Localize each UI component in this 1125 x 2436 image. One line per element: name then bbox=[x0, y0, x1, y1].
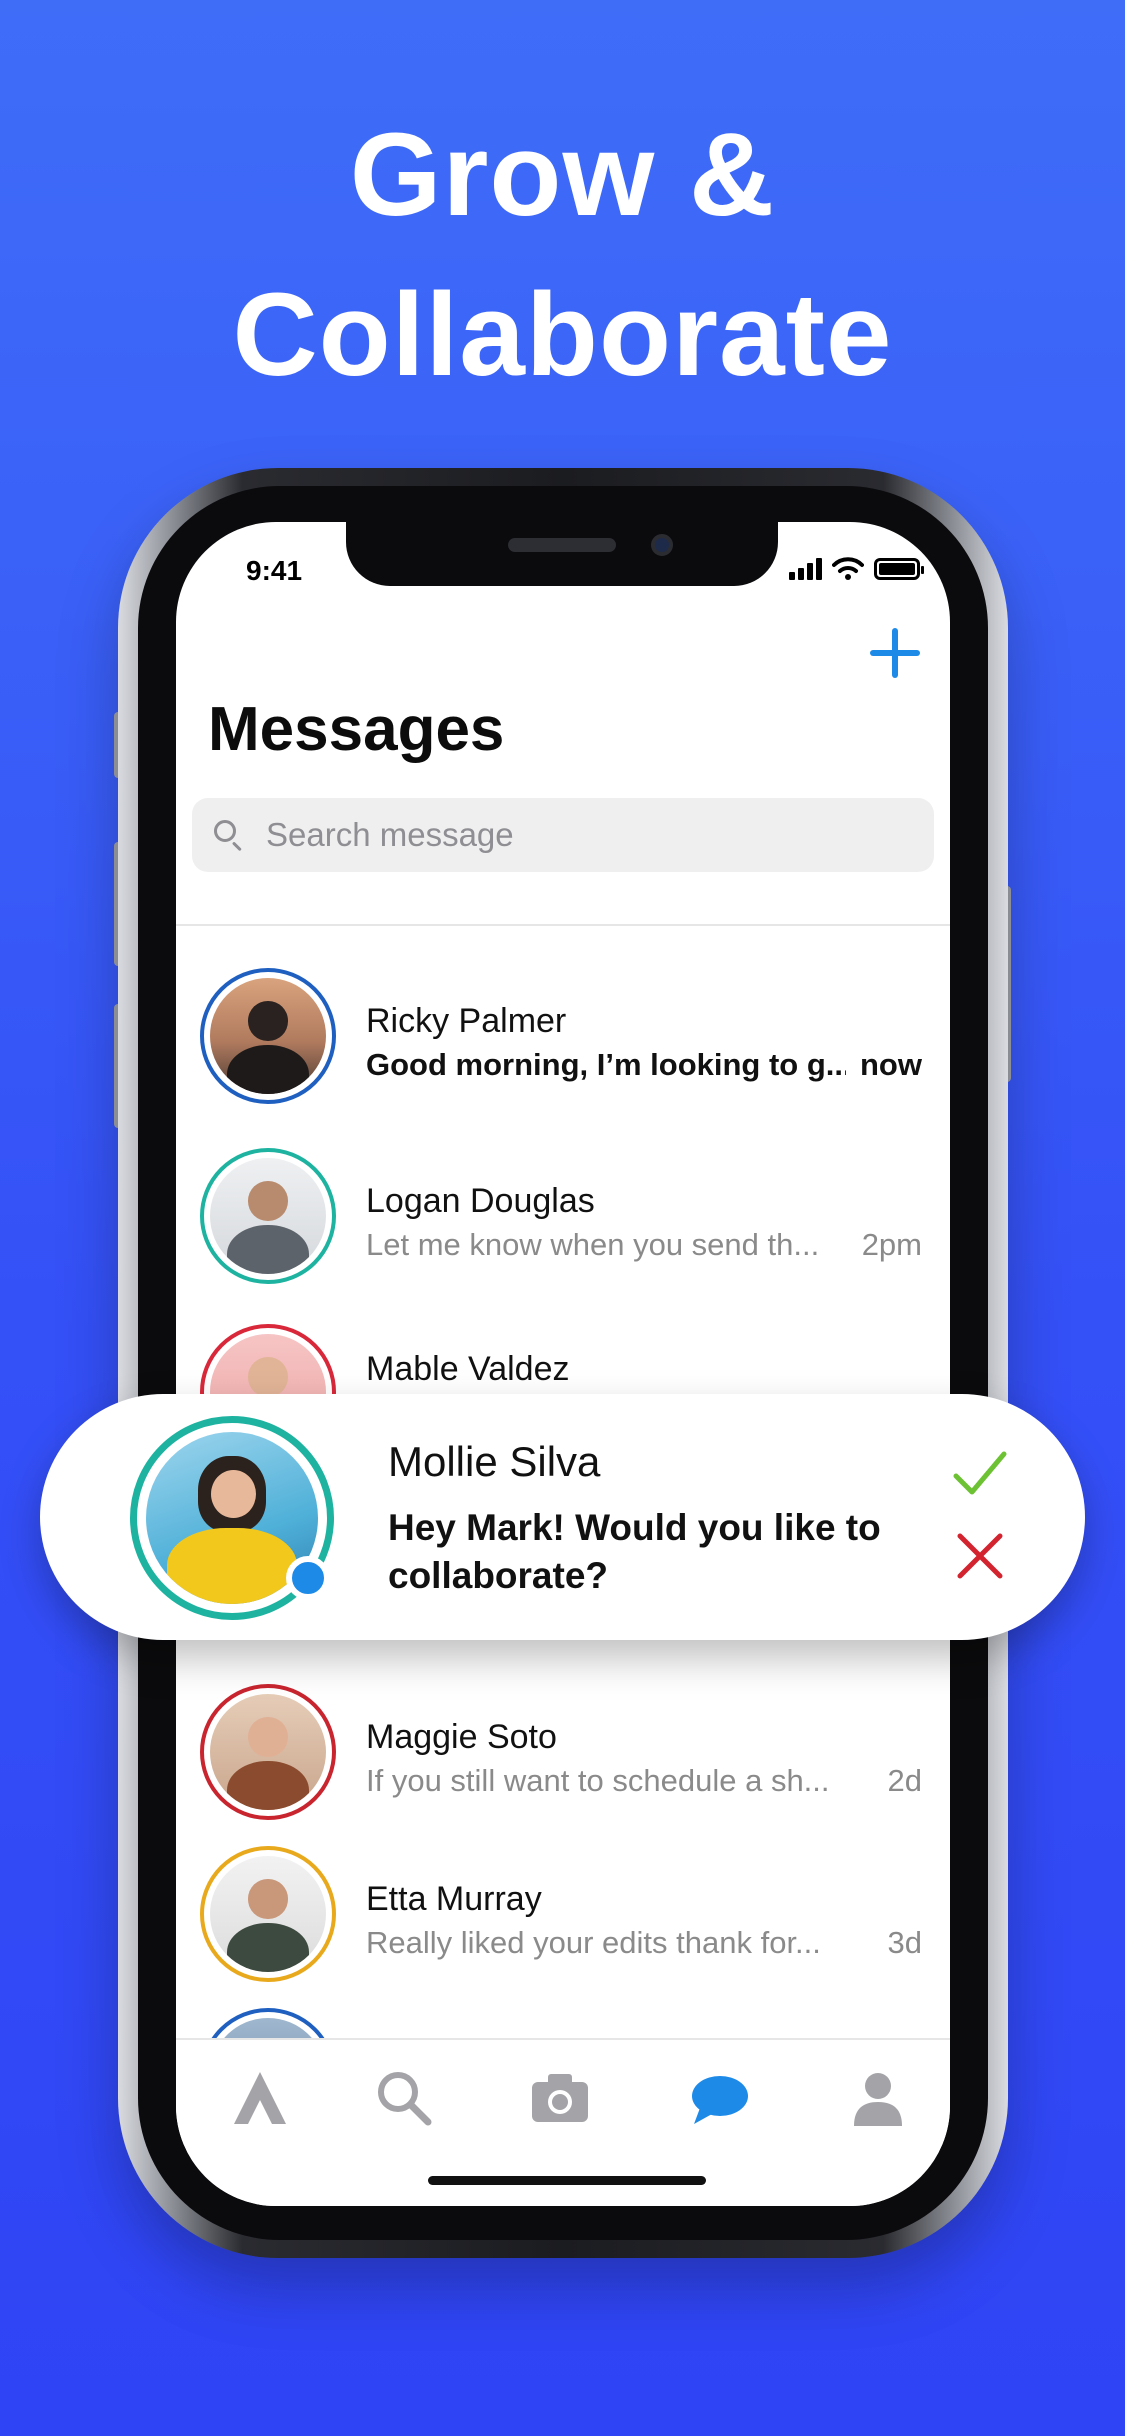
avatar-ring bbox=[200, 968, 336, 1104]
page-title: Messages bbox=[208, 695, 505, 764]
conversation-row-maggie-soto[interactable]: Maggie Soto If you still want to schedul… bbox=[176, 1668, 950, 1828]
earpiece-speaker bbox=[508, 538, 616, 552]
divider bbox=[176, 924, 950, 926]
message-preview: Really liked your edits thank for... bbox=[366, 1925, 821, 1960]
status-time: 9:41 bbox=[246, 555, 303, 586]
message-preview: Let me know when you send th... bbox=[366, 1227, 820, 1262]
avatar bbox=[210, 978, 326, 1094]
checkmark-icon[interactable] bbox=[950, 1444, 1010, 1504]
message-time: 2d bbox=[887, 1763, 922, 1798]
search-input[interactable] bbox=[266, 816, 866, 854]
search-icon bbox=[212, 818, 246, 852]
new-message-button[interactable] bbox=[866, 624, 924, 682]
notch bbox=[346, 522, 778, 586]
front-camera bbox=[651, 534, 673, 556]
request-message: Hey Mark! Would you like to collaborate? bbox=[388, 1507, 881, 1596]
message-preview: If you still want to schedule a sh... bbox=[366, 1763, 830, 1798]
contact-name: Mable Valdez bbox=[366, 1350, 570, 1388]
online-status-dot bbox=[286, 1556, 330, 1600]
search-icon[interactable] bbox=[372, 2066, 436, 2130]
cellular-signal-icon bbox=[789, 558, 822, 580]
x-mark-icon[interactable] bbox=[952, 1528, 1008, 1584]
conversation-row-ricky-palmer[interactable]: Ricky Palmer Good morning, I’m looking t… bbox=[176, 952, 950, 1112]
headline: Grow & Collaborate bbox=[0, 95, 1125, 415]
avatar-ring bbox=[200, 1148, 336, 1284]
home-icon[interactable] bbox=[228, 2066, 292, 2130]
message-time: 3d bbox=[887, 1925, 922, 1960]
collaboration-request-card[interactable]: Mollie Silva Hey Mark! Would you like to… bbox=[40, 1394, 1085, 1640]
avatar-ring bbox=[200, 1684, 336, 1820]
contact-name: Ricky Palmer bbox=[366, 1002, 567, 1040]
battery-icon bbox=[874, 558, 924, 580]
avatar bbox=[210, 1694, 326, 1810]
headline-line-2: Collaborate bbox=[232, 269, 893, 401]
avatar-ring bbox=[200, 1846, 336, 1982]
camera-icon[interactable] bbox=[528, 2066, 592, 2130]
chat-icon[interactable] bbox=[688, 2066, 752, 2130]
conversation-row-partial[interactable] bbox=[176, 1992, 950, 2038]
wifi-icon bbox=[832, 557, 864, 580]
phone-screen: 9:41 Messages Ricky Palmer Good morning,… bbox=[176, 522, 950, 2206]
status-icons bbox=[789, 554, 924, 584]
headline-line-1: Grow & bbox=[349, 109, 776, 241]
search-bar[interactable] bbox=[192, 798, 934, 872]
contact-name: Maggie Soto bbox=[366, 1718, 557, 1756]
conversation-row-etta-murray[interactable]: Etta Murray Really liked your edits than… bbox=[176, 1830, 950, 1990]
avatar bbox=[210, 1856, 326, 1972]
avatar bbox=[210, 2018, 326, 2038]
contact-name: Logan Douglas bbox=[366, 1182, 595, 1220]
conversation-row-logan-douglas[interactable]: Logan Douglas Let me know when you send … bbox=[176, 1132, 950, 1292]
avatar bbox=[210, 1158, 326, 1274]
contact-name: Etta Murray bbox=[366, 1880, 542, 1918]
requester-name: Mollie Silva bbox=[388, 1438, 601, 1485]
message-time: 2pm bbox=[861, 1227, 922, 1262]
home-indicator bbox=[428, 2176, 706, 2185]
message-time: now bbox=[860, 1047, 922, 1082]
avatar-ring bbox=[200, 2008, 336, 2038]
message-preview: Good morning, I’m looking to g... bbox=[366, 1047, 846, 1082]
profile-icon[interactable] bbox=[846, 2066, 910, 2130]
